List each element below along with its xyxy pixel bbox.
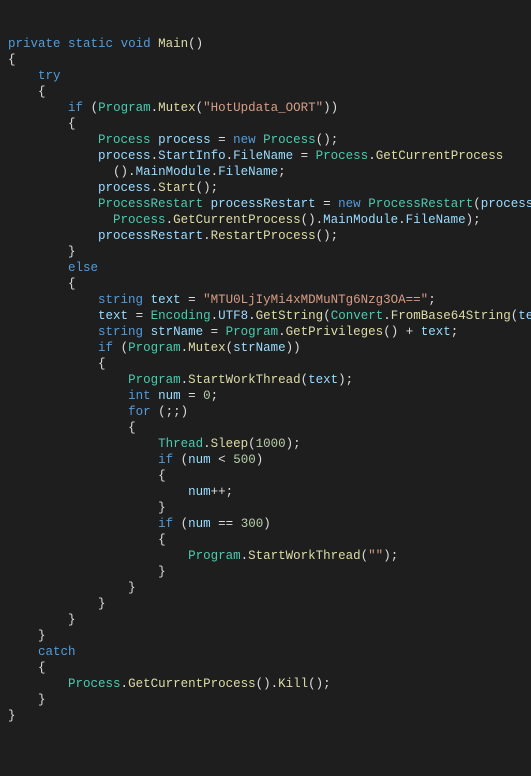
kw-new: new [233,133,256,147]
num-1000: 1000 [256,437,286,451]
method-restartprocess: RestartProcess [211,229,316,243]
method-getprivileges: GetPrivileges [286,325,384,339]
type-process: Process [98,133,151,147]
code-block: private static void Main() { try { if (P… [8,36,523,724]
type-thread: Thread [158,437,203,451]
kw-int: int [128,389,151,403]
string-b64: "MTU0LjIyMi4xMDMuNTg6Nzg3OA==" [203,293,428,307]
num-300: 300 [241,517,264,531]
type-convert: Convert [331,309,384,323]
method-main: Main [158,37,188,51]
kw-try: try [38,69,61,83]
kw-static: static [68,37,113,51]
method-mutex: Mutex [158,101,196,115]
method-getcurrentprocess: GetCurrentProcess [376,149,504,163]
kw-private: private [8,37,61,51]
kw-void: void [121,37,151,51]
num-500: 500 [233,453,256,467]
string-empty: "" [368,549,383,563]
var-processrestart: processRestart [211,197,316,211]
kw-for: for [128,405,151,419]
method-getstring: GetString [256,309,324,323]
type-encoding: Encoding [151,309,211,323]
prop-mainmodule: MainModule [136,165,211,179]
method-startworkthread: StartWorkThread [188,373,301,387]
kw-catch: catch [38,645,76,659]
prop-utf8: UTF8 [218,309,248,323]
method-frombase64string: FromBase64String [391,309,511,323]
string-hotupdata: "HotUpdata_OORT" [203,101,323,115]
method-start: Start [158,181,196,195]
prop-filename: FileName [233,149,293,163]
var-strname: strName [151,325,204,339]
method-kill: Kill [278,677,308,691]
type-processrestart: ProcessRestart [98,197,203,211]
var-num: num [158,389,181,403]
kw-string: string [98,293,143,307]
method-sleep: Sleep [211,437,249,451]
type-program: Program [98,101,151,115]
prop-startinfo: StartInfo [158,149,226,163]
kw-if: if [68,101,83,115]
var-process: process [158,133,211,147]
num-zero: 0 [203,389,211,403]
var-text: text [151,293,181,307]
kw-else: else [68,261,98,275]
